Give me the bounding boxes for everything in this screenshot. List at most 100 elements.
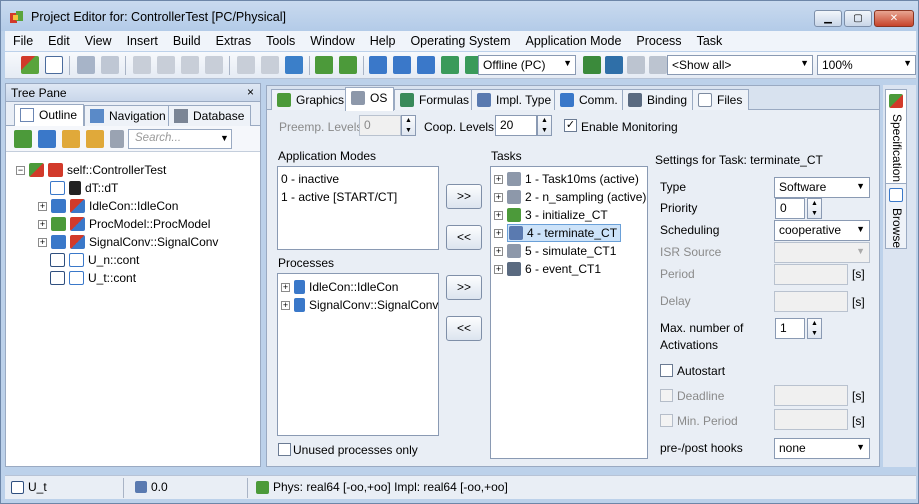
tree-node-signalconv[interactable]: + SignalConv::SignalConv [38,233,218,251]
task-icon[interactable] [417,56,435,74]
max-activations-input[interactable]: 1 [775,318,805,339]
hooks-select[interactable]: none ▼ [774,438,870,459]
min-period-checkbox[interactable] [660,414,673,427]
tree-node-u-t[interactable]: U_t::cont [50,269,136,287]
process-item-signalconv[interactable]: + SignalConv::SignalConv [281,296,438,314]
coop-levels-input[interactable]: 20 [495,115,537,136]
list-item[interactable]: 0 - inactive [281,170,339,188]
tree-search-input[interactable]: Search... [128,129,232,149]
sort-icon[interactable] [38,130,56,148]
deadline-input[interactable] [774,385,848,406]
tab-comm[interactable]: Comm. [554,89,625,110]
scheduling-select[interactable]: cooperative ▼ [774,220,870,241]
autostart-checkbox[interactable] [660,364,673,377]
unused-processes-checkbox[interactable] [278,443,291,456]
expand-all-icon[interactable] [62,130,80,148]
arrow-down-icon[interactable] [339,56,357,74]
max-activations-spinner[interactable]: ▲ ▼ [807,318,822,339]
module-icon[interactable] [441,56,459,74]
check-icon[interactable] [45,56,63,74]
refresh-icon[interactable] [285,56,303,74]
collapse-icon[interactable]: − [16,165,25,175]
priority-input[interactable]: 0 [775,198,805,219]
expand-icon[interactable]: + [38,219,47,229]
build-icon[interactable] [369,56,387,74]
tab-outline[interactable]: Outline [14,104,85,126]
expand-icon[interactable]: + [38,237,47,247]
copy-icon[interactable] [157,56,175,74]
expand-icon[interactable]: + [494,192,503,202]
expand-icon[interactable]: + [494,174,503,184]
preemp-spinner[interactable]: ▲ ▼ [401,115,416,136]
menu-edit[interactable]: Edit [40,34,77,48]
save-icon[interactable] [77,56,95,74]
arrow-right-icon[interactable] [315,56,333,74]
expand-icon[interactable]: + [281,282,290,292]
process-item-idlecon[interactable]: + IdleCon::IdleCon [281,278,398,296]
application-modes-list[interactable]: 0 - inactive 1 - active [START/CT] [277,166,439,250]
delay-input[interactable] [774,291,848,312]
preemp-levels-input[interactable]: 0 [359,115,401,136]
tab-database[interactable]: Database [168,105,252,126]
zoom-select[interactable]: 100% ▼ [817,55,916,75]
add-process-button[interactable]: >> [446,275,482,300]
coop-spinner[interactable]: ▲ ▼ [537,115,552,136]
paste-icon[interactable] [181,56,199,74]
tree-node-u-n[interactable]: U_n::cont [50,251,139,269]
task-item[interactable]: + 1 - Task10ms (active) [494,170,639,188]
tasks-list[interactable]: + 1 - Task10ms (active) + 2 - n_sampling… [490,166,648,459]
priority-spinner[interactable]: ▲ ▼ [807,198,822,219]
tree-node-idlecon[interactable]: + IdleCon::IdleCon [38,197,178,215]
print-icon[interactable] [101,56,119,74]
menu-application-mode[interactable]: Application Mode [518,34,629,48]
task-item[interactable]: + 6 - event_CT1 [494,260,601,278]
task-item-selected[interactable]: + 4 - terminate_CT [494,224,622,242]
filter-icon[interactable] [649,56,667,74]
menu-tools[interactable]: Tools [258,34,302,48]
type-select[interactable]: Software ▼ [774,177,870,198]
tab-binding[interactable]: Binding [622,89,695,110]
minimize-button[interactable]: ▁ [814,10,842,27]
platform-select[interactable]: Offline (PC) ▼ [478,55,576,75]
deadline-checkbox[interactable] [660,389,673,402]
menu-help[interactable]: Help [362,34,403,48]
layers-icon[interactable] [627,56,645,74]
tab-formulas[interactable]: Formulas [394,89,477,110]
selected-task[interactable]: 4 - terminate_CT [507,224,622,242]
tab-files[interactable]: Files [692,89,750,110]
expand-icon[interactable]: + [38,201,47,211]
enable-monitoring-checkbox[interactable]: ✓ [564,119,577,132]
expand-icon[interactable]: + [494,228,503,238]
display-icon[interactable] [605,56,623,74]
tab-browse[interactable]: Browse [885,183,907,249]
expand-icon[interactable]: + [494,264,503,274]
period-input[interactable] [774,264,848,285]
tab-os[interactable]: OS [345,87,395,111]
expand-icon[interactable]: + [281,300,290,310]
remove-process-button[interactable]: << [446,316,482,341]
menu-build[interactable]: Build [165,34,208,48]
task-item[interactable]: + 3 - initialize_CT [494,206,608,224]
delete-icon[interactable] [205,56,223,74]
tree-node-dt[interactable]: dT::dT [50,179,118,197]
menu-window[interactable]: Window [302,34,361,48]
task-item[interactable]: + 2 - n_sampling (active) [494,188,646,206]
redo-icon[interactable] [261,56,279,74]
filter-select[interactable]: <Show all> ▼ [667,55,813,75]
filter-tree-icon[interactable] [14,130,32,148]
monitor-icon[interactable] [583,56,601,74]
undo-icon[interactable] [237,56,255,74]
project-icon[interactable] [21,56,39,74]
expand-icon[interactable]: + [494,210,503,220]
menu-extras[interactable]: Extras [208,34,258,48]
menu-task[interactable]: Task [689,34,730,48]
tab-navigation[interactable]: Navigation [84,105,173,126]
isr-source-select[interactable]: ▼ [774,242,870,263]
menu-process[interactable]: Process [628,34,688,48]
list-item[interactable]: 1 - active [START/CT] [281,188,397,206]
close-button[interactable]: ✕ [874,10,914,27]
document-icon[interactable] [393,56,411,74]
menu-view[interactable]: View [77,34,119,48]
cut-icon[interactable] [133,56,151,74]
collapse-all-icon[interactable] [86,130,104,148]
